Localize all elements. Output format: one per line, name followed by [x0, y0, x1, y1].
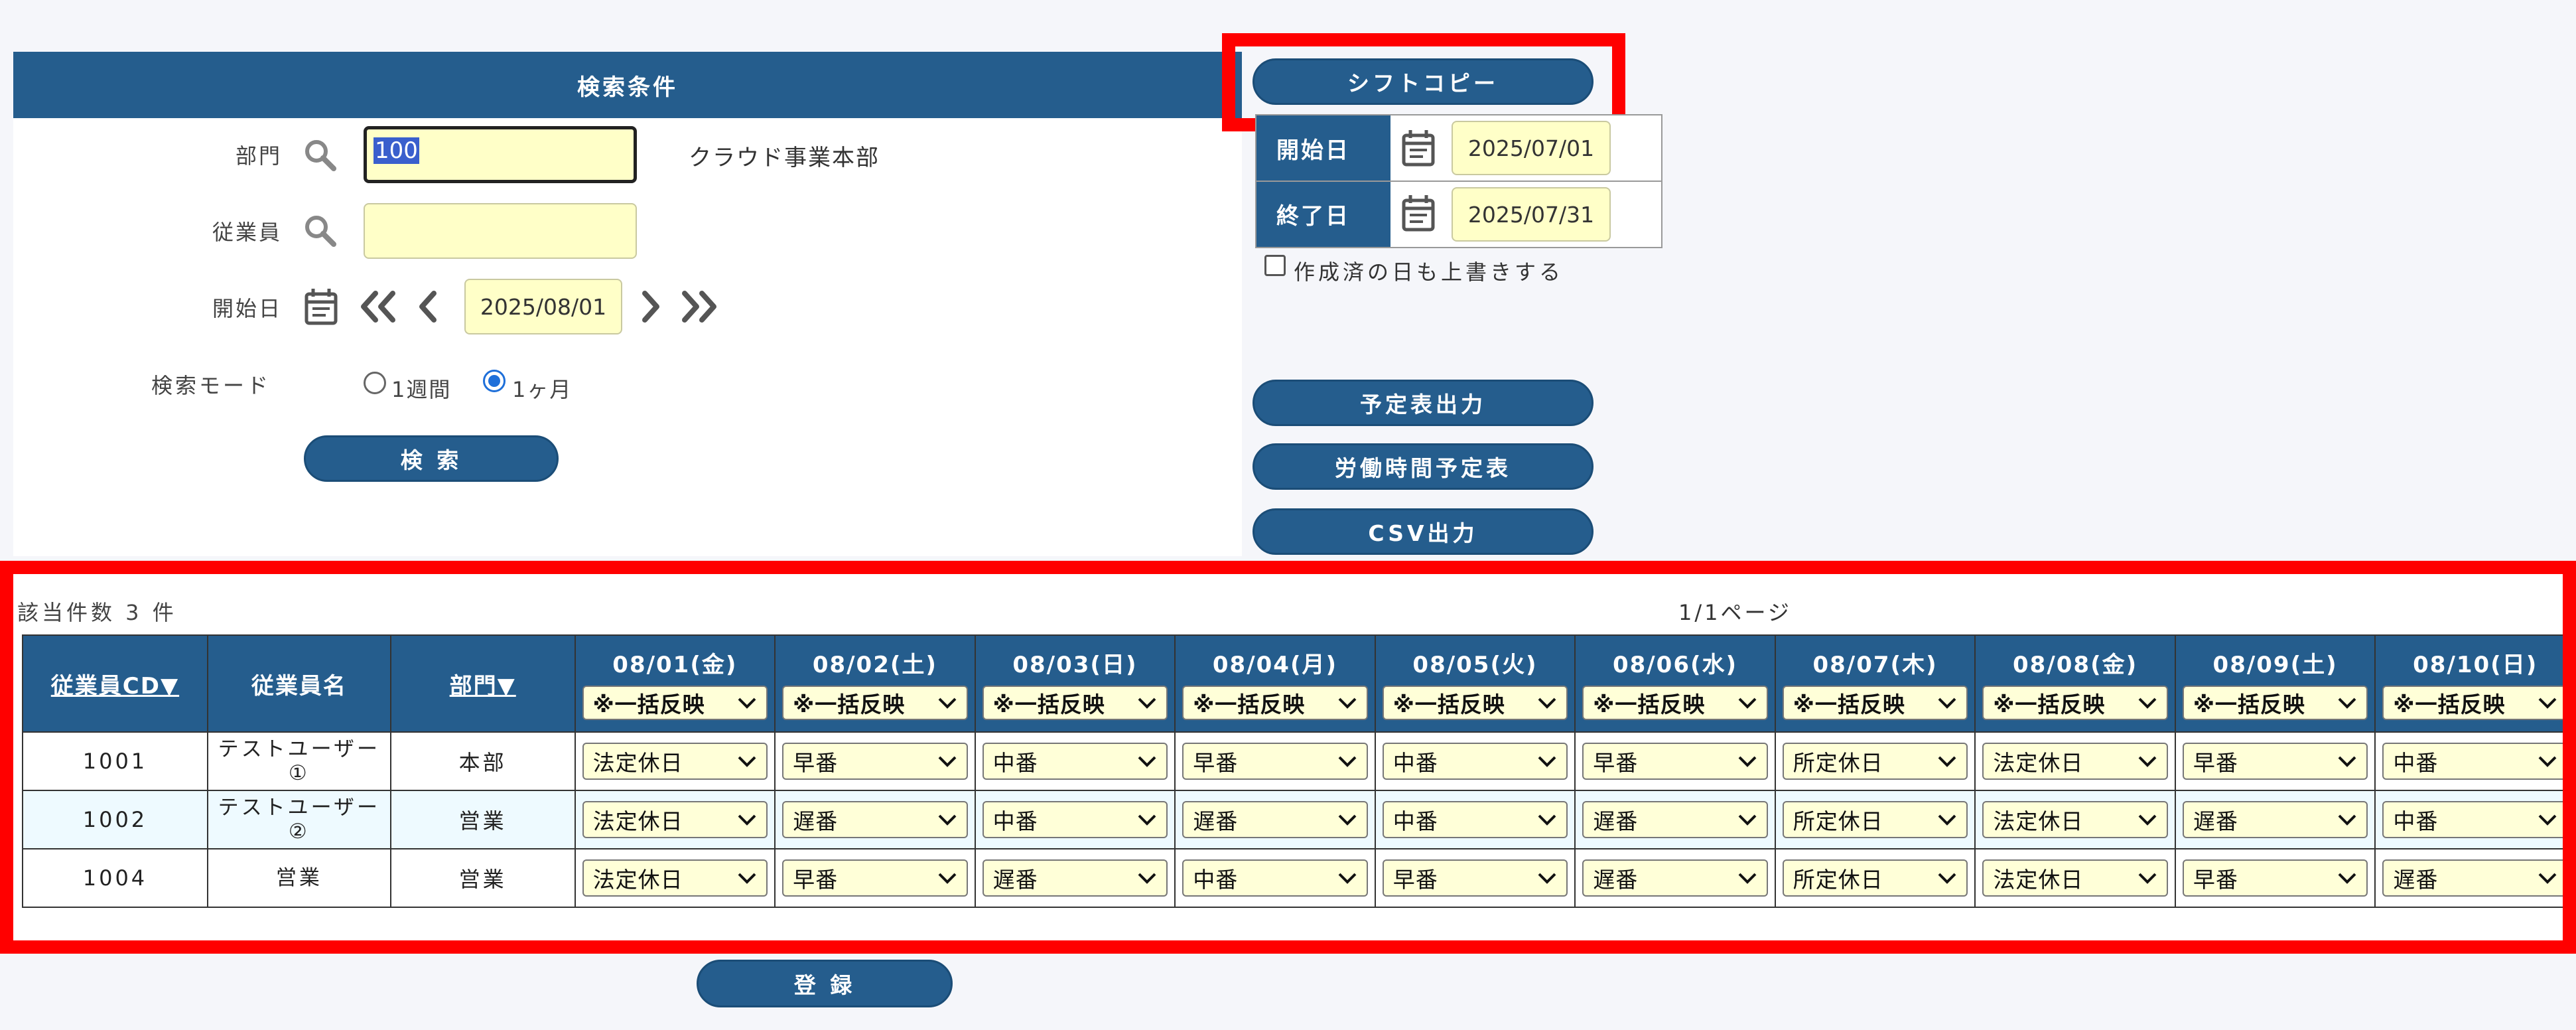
- search-panel-header: 検索条件: [13, 52, 1242, 118]
- mode-1week-label: 1週間: [391, 377, 452, 402]
- search-mode-label: 検索モード: [151, 373, 271, 398]
- copy-start-calendar-icon[interactable]: [1401, 129, 1436, 167]
- overwrite-checkbox[interactable]: [1264, 255, 1286, 276]
- mode-1week-radio[interactable]: [364, 372, 386, 394]
- dept-name: クラウド事業本部: [689, 145, 880, 171]
- mode-1month-label: 1ヶ月: [512, 377, 573, 402]
- overwrite-label: 作成済の日も上書きする: [1294, 259, 1564, 285]
- highlight-results: [0, 561, 2576, 954]
- start-date-input[interactable]: 2025/08/01: [464, 279, 622, 334]
- calendar-icon[interactable]: [304, 287, 338, 326]
- next-month-icon[interactable]: [679, 289, 720, 324]
- start-date-label: 開始日: [212, 296, 282, 321]
- register-button[interactable]: 登 録: [697, 960, 953, 1007]
- copy-divider: [1256, 181, 1661, 182]
- copy-end-date-input[interactable]: 2025/07/31: [1452, 187, 1611, 242]
- employee-label: 従業員: [212, 220, 282, 245]
- schedule-output-button[interactable]: 予定表出力: [1253, 380, 1593, 426]
- copy-start-date-input[interactable]: 2025/07/01: [1452, 121, 1611, 175]
- employee-search-icon[interactable]: [302, 212, 339, 250]
- mode-1month-radio[interactable]: [483, 370, 506, 392]
- next-day-icon[interactable]: [638, 289, 662, 324]
- search-button[interactable]: 検 索: [304, 435, 559, 482]
- copy-end-calendar-icon[interactable]: [1401, 194, 1436, 232]
- dept-label: 部門: [235, 143, 282, 169]
- copy-start-label: 開始日: [1256, 115, 1390, 181]
- dept-code-value: 100: [373, 137, 419, 164]
- csv-output-button[interactable]: CSV出力: [1253, 508, 1593, 555]
- prev-month-icon[interactable]: [357, 289, 398, 324]
- work-hours-schedule-button[interactable]: 労働時間予定表: [1253, 443, 1593, 490]
- dept-code-input[interactable]: 100: [364, 126, 637, 183]
- employee-input[interactable]: [364, 203, 637, 259]
- dept-search-icon[interactable]: [302, 137, 339, 174]
- copy-end-label: 終了日: [1256, 181, 1390, 247]
- prev-day-icon[interactable]: [417, 289, 441, 324]
